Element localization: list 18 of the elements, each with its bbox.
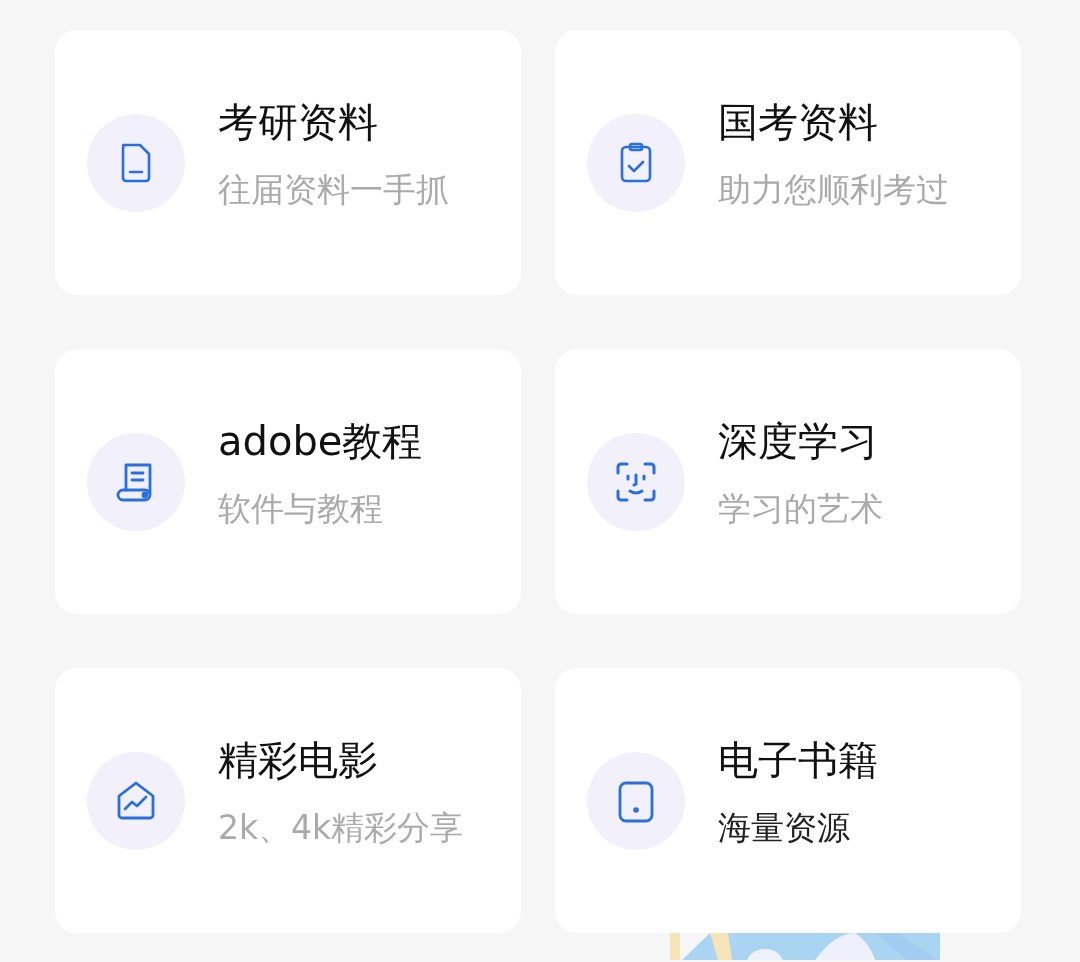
category-card[interactable]: 电子书籍 海量资源 <box>555 668 1021 933</box>
card-title: adobe教程 <box>218 416 423 466</box>
card-subtitle: 学习的艺术 <box>718 487 883 530</box>
category-card[interactable]: adobe教程 软件与教程 <box>55 349 521 614</box>
card-subtitle: 海量资源 <box>718 806 851 849</box>
card-title: 考研资料 <box>218 97 379 147</box>
card-subtitle: 助力您顺利考过 <box>718 168 949 211</box>
category-card[interactable]: 精彩电影 2k、4k精彩分享 <box>55 668 521 933</box>
category-card[interactable]: 考研资料 往届资料一手抓 <box>55 30 521 295</box>
category-card[interactable]: 深度学习 学习的艺术 <box>555 349 1021 614</box>
card-title: 电子书籍 <box>718 735 878 785</box>
card-title: 深度学习 <box>718 416 879 466</box>
card-title: 精彩电影 <box>218 735 379 785</box>
card-subtitle: 软件与教程 <box>218 487 384 530</box>
category-card[interactable]: 国考资料 助力您顺利考过 <box>555 30 1021 295</box>
card-subtitle: 往届资料一手抓 <box>218 168 449 211</box>
card-subtitle: 2k、4k精彩分享 <box>218 806 464 849</box>
card-title: 国考资料 <box>718 97 879 147</box>
